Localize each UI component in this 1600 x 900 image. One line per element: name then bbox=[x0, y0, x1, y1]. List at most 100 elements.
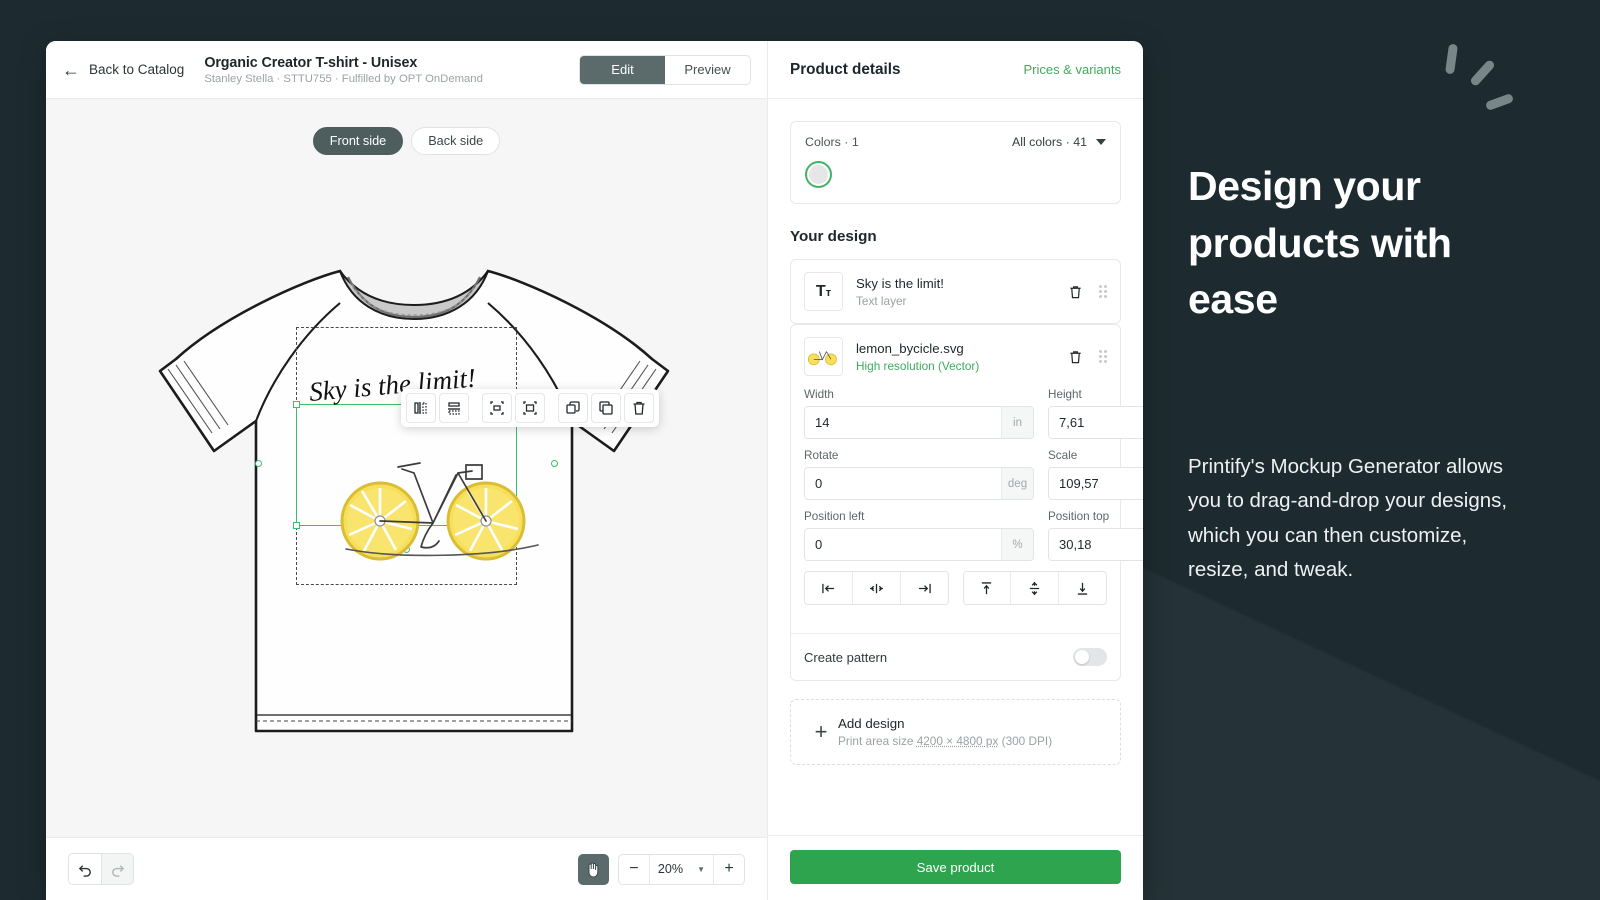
rotate-input[interactable] bbox=[805, 468, 1001, 499]
all-colors-dropdown[interactable]: All colors · 41 bbox=[1012, 135, 1106, 149]
arrow-left-icon: ← bbox=[62, 59, 80, 80]
horizontal-alignment-group bbox=[804, 571, 949, 605]
align-center-vertical-icon[interactable] bbox=[1010, 572, 1059, 604]
align-right-icon[interactable] bbox=[899, 572, 948, 604]
undo-icon[interactable] bbox=[69, 854, 101, 884]
position-left-input[interactable] bbox=[805, 529, 1001, 560]
list-item[interactable]: Tт Sky is the limit! Text layer bbox=[790, 259, 1121, 324]
zoom-level-dropdown[interactable]: 20% ▼ bbox=[648, 854, 714, 884]
hand-tool-icon[interactable] bbox=[577, 853, 609, 885]
prices-variants-link[interactable]: Prices & variants bbox=[1023, 62, 1121, 77]
field-label: Position left bbox=[804, 510, 865, 523]
input-wrap: % bbox=[1048, 528, 1143, 561]
field-row: Rotate deg Scale % bbox=[804, 449, 1143, 500]
save-product-button[interactable]: Save product bbox=[790, 850, 1121, 884]
design-canvas[interactable]: Front side Back side Sky is the limit! bbox=[46, 98, 767, 837]
chevron-down-icon bbox=[1096, 138, 1106, 145]
scale-input[interactable] bbox=[1049, 468, 1143, 499]
input-wrap: in bbox=[1048, 406, 1143, 439]
promo-body: Printify's Mockup Generator allows you t… bbox=[1188, 455, 1508, 582]
decorative-dash-2 bbox=[1469, 58, 1496, 88]
product-title: Organic Creator T-shirt - Unisex bbox=[204, 54, 418, 71]
layer-actions bbox=[1068, 349, 1107, 365]
back-to-catalog-label: Back to Catalog bbox=[89, 62, 185, 77]
side-front-button[interactable]: Front side bbox=[312, 127, 404, 155]
promo-heading: Design your products with ease bbox=[1188, 163, 1452, 323]
zoom-level-value: 20% bbox=[657, 862, 684, 876]
duplicate-icon[interactable] bbox=[591, 393, 621, 423]
layer-actions bbox=[1068, 284, 1107, 300]
align-left-icon[interactable] bbox=[805, 572, 852, 604]
tab-preview[interactable]: Preview bbox=[665, 56, 750, 84]
flip-horizontal-icon[interactable] bbox=[406, 393, 436, 423]
list-item[interactable]: lemon_bycicle.svg High resolution (Vecto… bbox=[791, 325, 1120, 388]
zoom-box: − 20% ▼ + bbox=[617, 853, 745, 885]
align-center-horizontal-icon[interactable] bbox=[851, 572, 900, 604]
transform-fields: Width in Height in bbox=[791, 388, 1143, 619]
side-switcher: Front side Back side bbox=[46, 127, 767, 155]
product-info: Organic Creator T-shirt - Unisex Stanley… bbox=[204, 55, 483, 85]
zoom-in-button[interactable]: + bbox=[714, 855, 744, 884]
field-height: Height in bbox=[1048, 388, 1143, 439]
zoom-controls: − 20% ▼ + bbox=[577, 853, 745, 885]
drag-handle-icon[interactable] bbox=[1099, 285, 1107, 298]
resize-handle-right[interactable] bbox=[551, 460, 558, 467]
width-input[interactable] bbox=[805, 407, 1001, 438]
plus-icon: + bbox=[814, 719, 828, 744]
align-bottom-icon[interactable] bbox=[1058, 572, 1106, 604]
position-top-input[interactable] bbox=[1049, 529, 1143, 560]
resize-handle-left[interactable] bbox=[255, 460, 262, 467]
layer-subtitle: High resolution (Vector) bbox=[856, 358, 980, 373]
all-colors-label: All colors · 41 bbox=[1011, 135, 1087, 149]
create-pattern-toggle[interactable] bbox=[1073, 648, 1107, 666]
flip-vertical-icon[interactable] bbox=[439, 393, 469, 423]
field-position-left: Position left % bbox=[804, 510, 1034, 561]
decorative-dash-1 bbox=[1444, 43, 1459, 75]
align-top-icon[interactable] bbox=[963, 572, 1011, 604]
design-layer-card: lemon_bycicle.svg High resolution (Vecto… bbox=[790, 324, 1143, 681]
delete-icon[interactable] bbox=[1068, 349, 1083, 365]
input-wrap: deg bbox=[804, 467, 1034, 500]
delete-icon[interactable] bbox=[624, 393, 654, 423]
colors-card: Colors · 1 All colors · 41 bbox=[790, 121, 1121, 204]
panel-title: Product details bbox=[790, 60, 901, 78]
field-label: Scale bbox=[1048, 449, 1078, 462]
field-label: Rotate bbox=[804, 449, 839, 462]
print-area-dims: 4200 × 4800 px bbox=[916, 734, 999, 748]
field-label: Position top bbox=[1048, 510, 1110, 523]
height-input[interactable] bbox=[1049, 407, 1143, 438]
layer-subtitle: Text layer bbox=[856, 293, 907, 308]
add-design-text: Add design Print area size 4200 × 4800 p… bbox=[838, 716, 1052, 748]
fit-to-print-area-icon[interactable] bbox=[515, 393, 545, 423]
create-pattern-row: Create pattern bbox=[791, 633, 1120, 680]
redo-icon[interactable] bbox=[101, 854, 133, 884]
zoom-out-button[interactable]: − bbox=[619, 855, 649, 884]
side-back-button[interactable]: Back side bbox=[411, 127, 501, 155]
color-swatch[interactable] bbox=[805, 161, 832, 188]
mode-switch: Edit Preview bbox=[579, 54, 751, 85]
tab-edit[interactable]: Edit bbox=[580, 55, 665, 84]
field-row: Width in Height in bbox=[804, 388, 1143, 439]
add-design-button[interactable]: + Add design Print area size 4200 × 4800… bbox=[790, 699, 1121, 765]
chevron-down-icon: ▼ bbox=[697, 864, 705, 874]
field-width: Width in bbox=[804, 388, 1034, 439]
image-layer-thumbnail bbox=[804, 337, 843, 376]
layer-name: lemon_bycicle.svg bbox=[856, 340, 964, 356]
layers-icon[interactable] bbox=[558, 393, 588, 423]
drag-handle-icon[interactable] bbox=[1099, 350, 1107, 363]
colors-row: Colors · 1 All colors · 41 bbox=[805, 135, 1106, 149]
layer-meta: lemon_bycicle.svg High resolution (Vecto… bbox=[856, 341, 979, 373]
panel-footer: Save product bbox=[768, 835, 1143, 900]
back-to-catalog-button[interactable]: ← Back to Catalog bbox=[62, 61, 184, 79]
vertical-alignment-group bbox=[962, 571, 1107, 605]
delete-icon[interactable] bbox=[1068, 284, 1083, 300]
selection-toolbar bbox=[401, 389, 659, 427]
field-rotate: Rotate deg bbox=[804, 449, 1034, 500]
layer-meta: Sky is the limit! Text layer bbox=[856, 276, 944, 308]
fit-to-content-icon[interactable] bbox=[482, 393, 512, 423]
editor-pane: ← Back to Catalog Organic Creator T-shir… bbox=[46, 41, 768, 900]
field-unit: deg bbox=[1001, 468, 1033, 499]
product-details-panel: Product details Prices & variants Colors… bbox=[768, 41, 1143, 900]
promo-block: Design your products with ease Printify'… bbox=[1188, 158, 1518, 581]
decorative-dash-3 bbox=[1484, 92, 1515, 112]
